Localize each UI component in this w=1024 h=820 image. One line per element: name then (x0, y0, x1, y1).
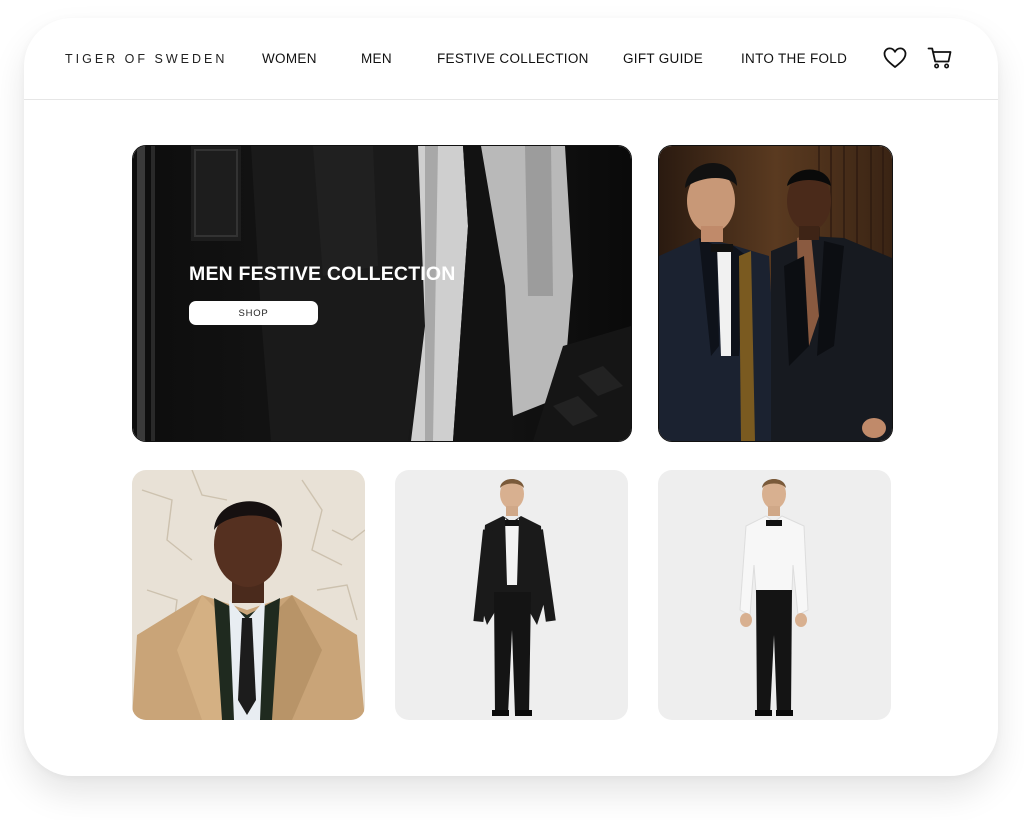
nav-gift-guide[interactable]: GIFT GUIDE (623, 51, 703, 66)
cart-icon[interactable] (927, 45, 953, 71)
top-navigation: TIGER OF SWEDEN WOMEN MEN FESTIVE COLLEC… (24, 18, 998, 100)
hero-photo (133, 146, 631, 441)
tuxedo-product-photo (395, 470, 628, 720)
tuxedo-duo-photo (659, 146, 892, 441)
tuxedo-duo-card[interactable] (658, 145, 893, 442)
nav-into-the-fold[interactable]: INTO THE FOLD (741, 51, 847, 66)
nav-men[interactable]: MEN (361, 51, 392, 66)
shop-button[interactable]: SHOP (189, 301, 318, 325)
dress-shirt-product-photo (658, 470, 891, 720)
dress-shirt-product-card[interactable] (658, 470, 891, 720)
heart-icon[interactable] (882, 45, 908, 71)
tuxedo-product-card[interactable] (395, 470, 628, 720)
nav-festive-collection[interactable]: FESTIVE COLLECTION (437, 51, 589, 66)
camel-coat-photo (132, 470, 365, 720)
app-window: TIGER OF SWEDEN WOMEN MEN FESTIVE COLLEC… (24, 18, 998, 776)
camel-coat-card[interactable] (132, 470, 365, 720)
hero-banner[interactable]: MEN FESTIVE COLLECTION SHOP (132, 145, 632, 442)
hero-title: MEN FESTIVE COLLECTION (189, 263, 456, 285)
brand-logo[interactable]: TIGER OF SWEDEN (65, 52, 227, 66)
nav-women[interactable]: WOMEN (262, 51, 317, 66)
